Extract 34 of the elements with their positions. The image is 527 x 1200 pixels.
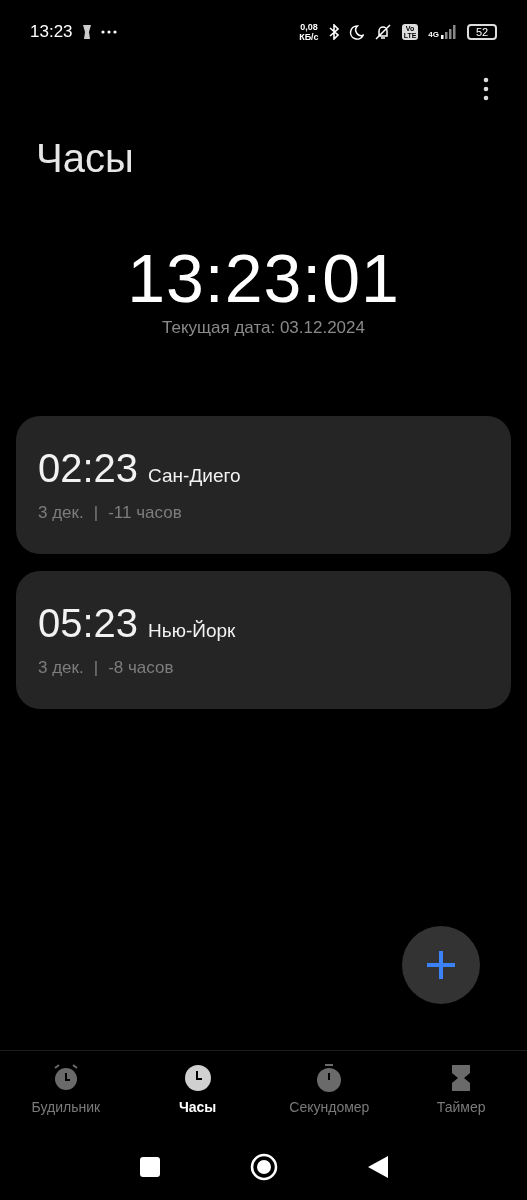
more-icon bbox=[100, 30, 117, 34]
city-time: 02:23 bbox=[38, 446, 139, 491]
back-icon[interactable] bbox=[367, 1156, 388, 1178]
home-icon[interactable] bbox=[249, 1153, 278, 1181]
battery-level: 52 bbox=[467, 24, 497, 40]
city-date: 3 дек. bbox=[38, 658, 84, 678]
city-name: Нью-Йорк bbox=[148, 620, 236, 642]
signal-icon bbox=[441, 25, 457, 39]
time-offset: -11 часов bbox=[108, 503, 182, 523]
nav-tab[interactable]: Будильник bbox=[0, 1063, 132, 1115]
network-speed: 0,08 КБ/с bbox=[299, 22, 319, 42]
current-time: 13:23:01 bbox=[127, 242, 400, 314]
clock-icon bbox=[182, 1063, 213, 1093]
nav-tab[interactable]: Часы bbox=[131, 1063, 264, 1115]
city-time: 05:23 bbox=[38, 601, 139, 646]
time-offset: -8 часов bbox=[108, 658, 174, 678]
current-date: Текущая дата: 03.12.2024 bbox=[162, 318, 365, 338]
nav-tab[interactable]: Секундомер bbox=[263, 1063, 396, 1115]
city-card[interactable]: 02:23 Сан-Диего 3 дек. | -11 часов bbox=[16, 416, 511, 554]
muted-bell-icon bbox=[373, 24, 392, 40]
page-title: Часы bbox=[36, 135, 135, 182]
network-type: 4G bbox=[428, 30, 439, 39]
city-date: 3 дек. bbox=[38, 503, 84, 523]
moon-icon bbox=[348, 24, 364, 40]
bluetooth-icon bbox=[328, 24, 339, 40]
recents-icon[interactable] bbox=[139, 1157, 160, 1177]
plus-icon bbox=[425, 949, 457, 981]
nav-tab[interactable]: Таймер bbox=[395, 1063, 527, 1115]
separator: | bbox=[93, 658, 99, 678]
city-card[interactable]: 05:23 Нью-Йорк 3 дек. | -8 часов bbox=[16, 571, 511, 709]
status-time: 13:23 bbox=[30, 22, 73, 42]
city-name: Сан-Диего bbox=[148, 465, 241, 487]
menu-icon[interactable] bbox=[483, 77, 489, 101]
separator: | bbox=[93, 503, 99, 523]
